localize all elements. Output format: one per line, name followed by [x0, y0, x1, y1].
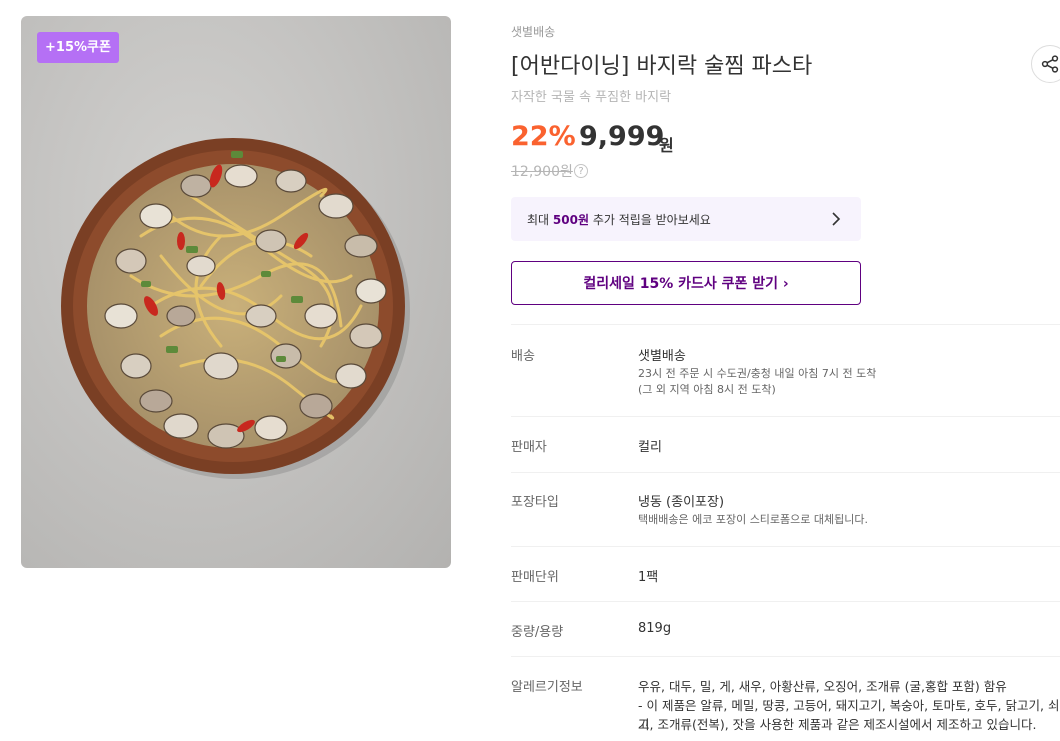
points-banner[interactable]: 최대 500원 추가 적립을 받아보세요	[511, 197, 861, 241]
unit-value: 1팩	[638, 570, 659, 585]
divider	[511, 601, 1060, 602]
chevron-right-icon	[832, 212, 841, 226]
currency-unit: 원	[659, 136, 674, 155]
delivery-detail-1: 23시 전 주문 시 수도권/충청 내일 아침 7시 전 도착	[638, 367, 877, 380]
delivery-detail-2: (그 외 지역 아침 8시 전 도착)	[638, 383, 776, 396]
weight-label: 중량/용량	[511, 625, 564, 640]
packaging-note: 택배배송은 에코 포장이 스티로폼으로 대체됩니다.	[638, 513, 869, 526]
unit-label: 판매단위	[511, 570, 559, 585]
allergy-line-1: 우유, 대두, 밀, 게, 새우, 아황산류, 오징어, 조개류 (굴,홍합 포…	[638, 679, 1007, 694]
coupon-badge: +15%쿠폰	[37, 32, 119, 63]
delivery-value: 샛별배송	[638, 349, 686, 364]
allergy-line-3: 기, 조개류(전복), 잣을 사용한 제품과 같은 제조시설에서 제조하고 있습…	[638, 717, 1037, 732]
seller-label: 판매자	[511, 440, 547, 455]
product-subtitle: 자작한 국물 속 푸짐한 바지락	[511, 90, 672, 105]
pasta-dish-illustration	[61, 138, 410, 479]
divider	[511, 546, 1060, 547]
help-icon[interactable]: ?	[574, 164, 588, 178]
points-text: 최대 500원 추가 적립을 받아보세요	[527, 213, 711, 227]
delivery-tag: 샛별배송	[511, 25, 556, 39]
divider	[511, 656, 1060, 657]
points-amount: 500원	[552, 213, 589, 227]
delivery-label: 배송	[511, 349, 535, 364]
packaging-value: 냉동 (종이포장)	[638, 495, 725, 510]
card-coupon-button[interactable]: 컬리세일 15% 카드사 쿠폰 받기 ›	[511, 261, 861, 305]
seller-value: 컬리	[638, 440, 662, 455]
product-title: [어반다이닝] 바지락 술찜 파스타	[511, 54, 813, 79]
sale-price: 9,999	[579, 121, 665, 152]
divider	[511, 472, 1060, 473]
product-image	[21, 16, 451, 568]
divider	[511, 416, 1060, 417]
allergy-label: 알레르기정보	[511, 680, 583, 695]
weight-value: 819g	[638, 621, 672, 636]
share-icon	[1041, 55, 1059, 73]
divider	[511, 324, 1060, 325]
original-price: 12,900원	[511, 164, 573, 180]
packaging-label: 포장타입	[511, 495, 559, 510]
discount-rate: 22%	[511, 121, 576, 152]
share-button[interactable]	[1031, 45, 1060, 83]
